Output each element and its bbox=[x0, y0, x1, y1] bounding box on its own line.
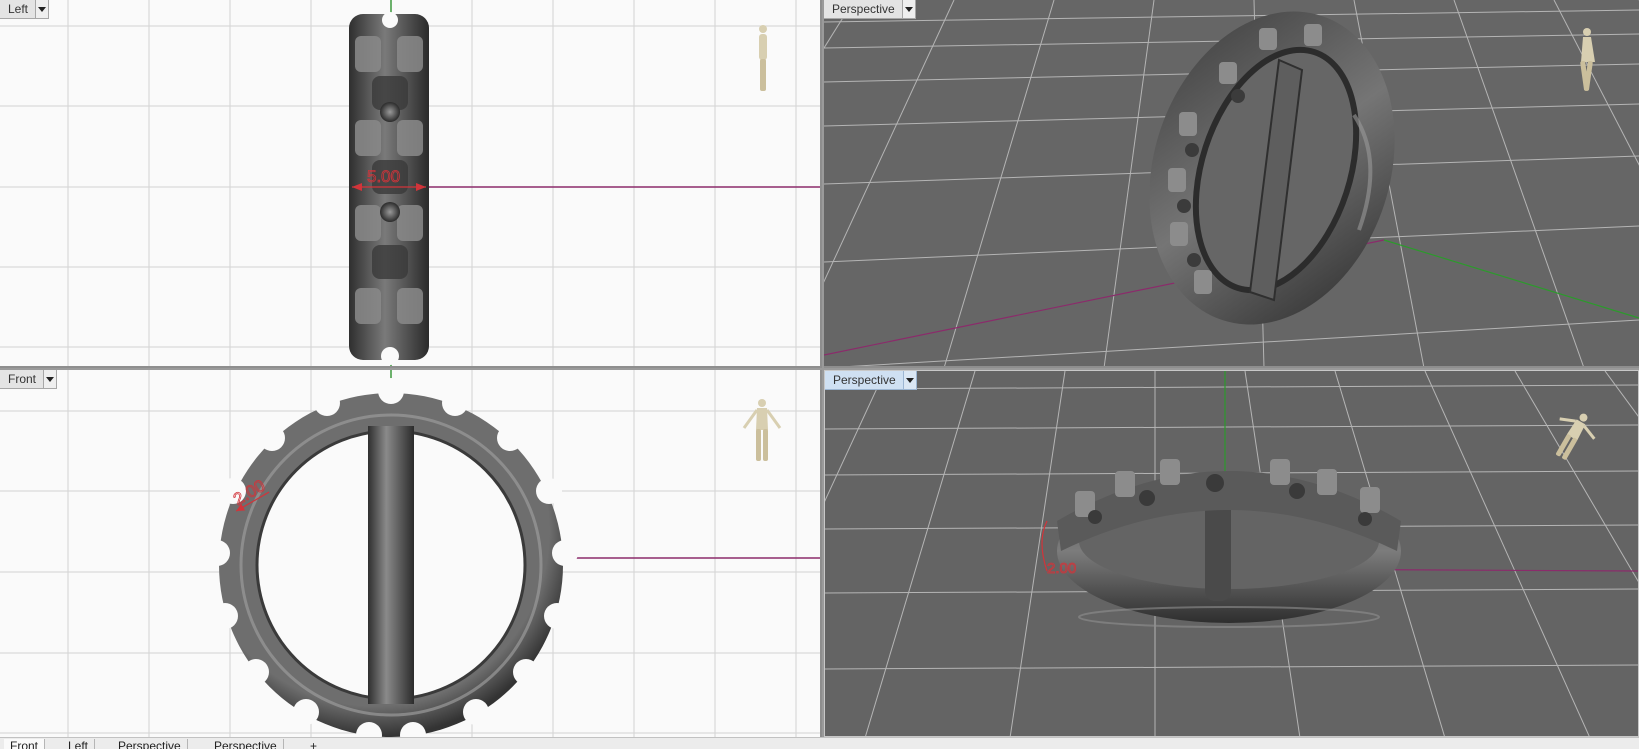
viewport-title[interactable]: Perspective bbox=[824, 0, 902, 18]
perspective-viewport-top[interactable]: Perspective bbox=[824, 0, 1639, 368]
human-scale-figure-icon bbox=[759, 25, 767, 91]
left-viewport[interactable]: 5.00 Left bbox=[0, 0, 822, 368]
add-tab-button[interactable]: + bbox=[304, 739, 323, 749]
viewport-title[interactable]: Perspective bbox=[825, 371, 903, 389]
viewport-title[interactable]: Left bbox=[0, 0, 35, 18]
viewport-title[interactable]: Front bbox=[0, 370, 43, 388]
perspective-bottom-canvas[interactable]: 2.00 bbox=[825, 371, 1639, 737]
perspective-top-canvas[interactable] bbox=[824, 0, 1639, 368]
viewport-tab-perspective-bottom[interactable]: Perspective bbox=[825, 371, 917, 390]
viewport-menu-arrow-icon[interactable] bbox=[35, 0, 49, 18]
tab-front[interactable]: Front bbox=[4, 739, 46, 749]
tab-perspective[interactable]: Perspective bbox=[112, 739, 188, 749]
viewport-tab-front[interactable]: Front bbox=[0, 370, 58, 389]
viewport-tab-left[interactable]: Left bbox=[0, 0, 50, 19]
viewport-tab-perspective-top[interactable]: Perspective bbox=[824, 0, 916, 19]
viewport-menu-arrow-icon[interactable] bbox=[901, 0, 915, 18]
tab-perspective-2[interactable]: Perspective bbox=[208, 739, 284, 749]
viewport-tab-bar: Front Left Perspective Perspective + bbox=[0, 737, 1639, 749]
viewport-menu-arrow-icon[interactable] bbox=[43, 370, 57, 388]
front-viewport[interactable]: 2.00 Front bbox=[0, 370, 822, 737]
rhino-viewports-window: 5.00 Left Perspective 2.00 Front 2.00 Pe… bbox=[0, 0, 1639, 749]
viewport-menu-arrow-icon[interactable] bbox=[902, 371, 916, 389]
tab-left[interactable]: Left bbox=[62, 739, 96, 749]
perspective-bottom-dimension-value: 2.00 bbox=[1047, 560, 1076, 577]
left-dimension-value: 5.00 bbox=[367, 167, 400, 186]
perspective-viewport-bottom[interactable]: 2.00 Perspective bbox=[824, 370, 1639, 737]
front-viewport-canvas[interactable]: 2.00 bbox=[0, 370, 822, 737]
left-viewport-canvas[interactable]: 5.00 bbox=[0, 0, 822, 368]
